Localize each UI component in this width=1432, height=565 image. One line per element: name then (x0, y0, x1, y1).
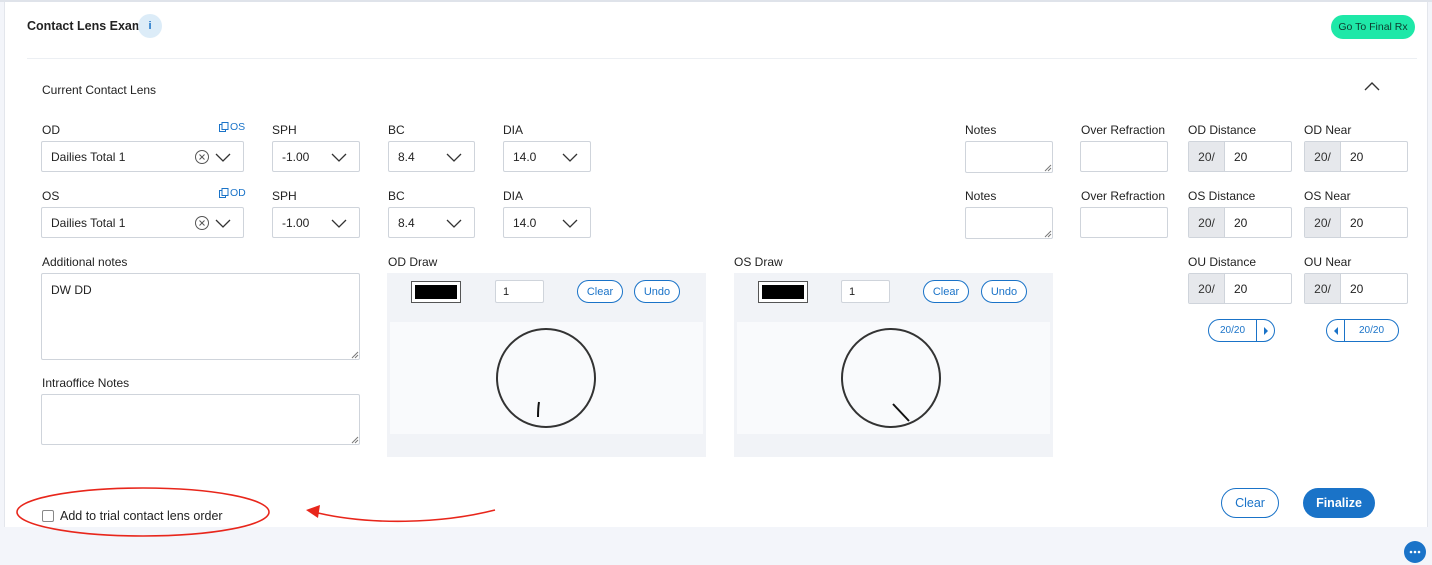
annotation-overlay (16, 487, 496, 537)
more-dots-icon[interactable] (1404, 541, 1426, 563)
